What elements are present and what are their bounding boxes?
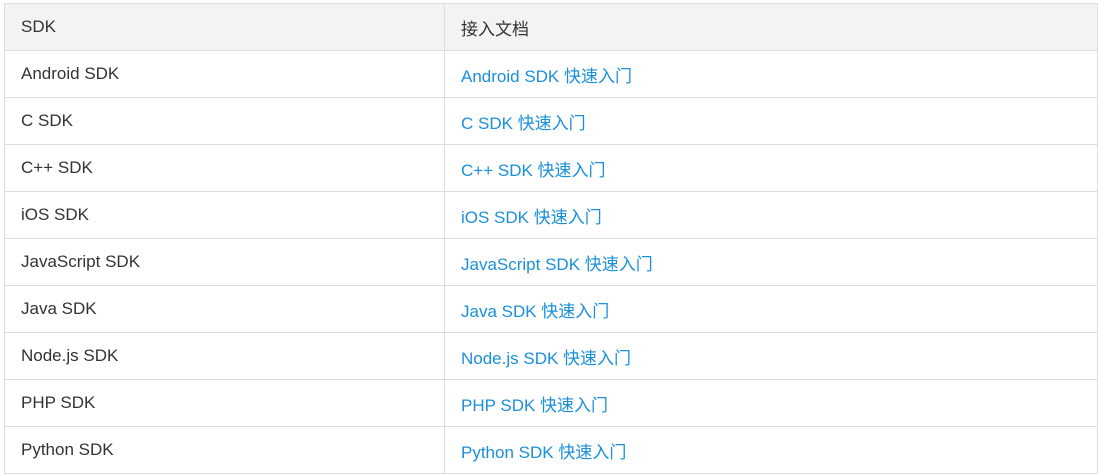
table-row: JavaScript SDK JavaScript SDK 快速入门 (4, 238, 1098, 286)
table-row: C SDK C SDK 快速入门 (4, 97, 1098, 145)
sdk-name-cell: Java SDK (4, 285, 445, 333)
table-row: Android SDK Android SDK 快速入门 (4, 50, 1098, 98)
table-row: Java SDK Java SDK 快速入门 (4, 285, 1098, 333)
table-row: Node.js SDK Node.js SDK 快速入门 (4, 332, 1098, 380)
sdk-name-cell: PHP SDK (4, 379, 445, 427)
table-row: PHP SDK PHP SDK 快速入门 (4, 379, 1098, 427)
sdk-name-cell: Android SDK (4, 50, 445, 98)
quickstart-link[interactable]: C++ SDK 快速入门 (461, 161, 606, 180)
table-row: Python SDK Python SDK 快速入门 (4, 426, 1098, 474)
doc-link-cell: PHP SDK 快速入门 (444, 379, 1098, 427)
quickstart-link[interactable]: JavaScript SDK 快速入门 (461, 255, 653, 274)
sdk-name-cell: C++ SDK (4, 144, 445, 192)
doc-link-cell: Python SDK 快速入门 (444, 426, 1098, 474)
sdk-docs-table: SDK 接入文档 Android SDK Android SDK 快速入门 C … (4, 3, 1098, 474)
table-row: C++ SDK C++ SDK 快速入门 (4, 144, 1098, 192)
quickstart-link[interactable]: Java SDK 快速入门 (461, 302, 609, 321)
doc-link-cell: Node.js SDK 快速入门 (444, 332, 1098, 380)
quickstart-link[interactable]: Android SDK 快速入门 (461, 67, 632, 86)
doc-link-cell: JavaScript SDK 快速入门 (444, 238, 1098, 286)
quickstart-link[interactable]: iOS SDK 快速入门 (461, 208, 602, 227)
sdk-name-cell: Python SDK (4, 426, 445, 474)
sdk-name-cell: JavaScript SDK (4, 238, 445, 286)
quickstart-link[interactable]: Python SDK 快速入门 (461, 443, 626, 462)
sdk-name-cell: C SDK (4, 97, 445, 145)
quickstart-link[interactable]: Node.js SDK 快速入门 (461, 349, 631, 368)
doc-link-cell: C++ SDK 快速入门 (444, 144, 1098, 192)
quickstart-link[interactable]: C SDK 快速入门 (461, 114, 586, 133)
sdk-name-cell: iOS SDK (4, 191, 445, 239)
doc-link-cell: C SDK 快速入门 (444, 97, 1098, 145)
quickstart-link[interactable]: PHP SDK 快速入门 (461, 396, 608, 415)
table-row: iOS SDK iOS SDK 快速入门 (4, 191, 1098, 239)
column-header-docs: 接入文档 (444, 3, 1098, 51)
doc-link-cell: Java SDK 快速入门 (444, 285, 1098, 333)
doc-link-cell: Android SDK 快速入门 (444, 50, 1098, 98)
sdk-name-cell: Node.js SDK (4, 332, 445, 380)
doc-link-cell: iOS SDK 快速入门 (444, 191, 1098, 239)
column-header-sdk: SDK (4, 3, 445, 51)
sdk-table-container: SDK 接入文档 Android SDK Android SDK 快速入门 C … (4, 3, 1098, 474)
table-header-row: SDK 接入文档 (4, 3, 1098, 51)
